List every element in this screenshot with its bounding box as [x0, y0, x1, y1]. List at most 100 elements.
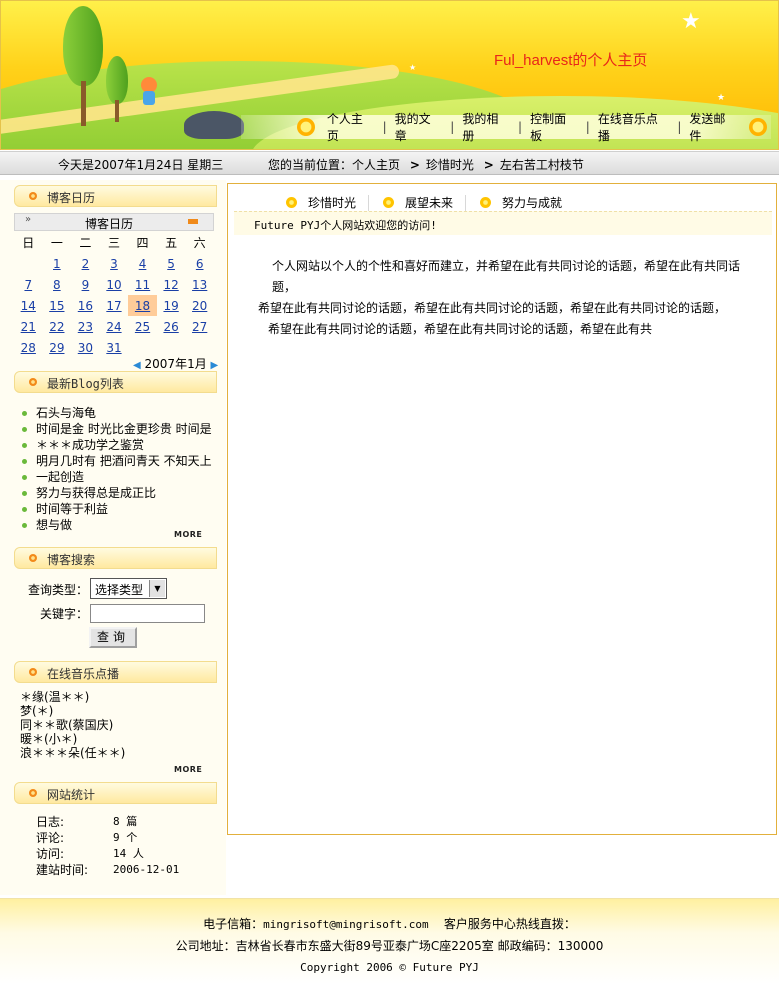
day-link[interactable]: 21 [21, 320, 36, 334]
nav-send-mail[interactable]: 发送邮件 [681, 110, 745, 144]
calendar-day[interactable]: 6 [185, 253, 214, 274]
day-link[interactable]: 17 [106, 299, 121, 313]
calendar-day[interactable]: 21 [14, 316, 43, 337]
day-link[interactable]: 22 [49, 320, 64, 334]
day-link[interactable]: 14 [21, 299, 36, 313]
calendar-day[interactable]: 5 [157, 253, 186, 274]
calendar-day[interactable]: 24 [100, 316, 129, 337]
calendar-day[interactable]: 15 [43, 295, 72, 316]
day-link[interactable]: 27 [192, 320, 207, 334]
day-link[interactable]: 1 [53, 257, 61, 271]
calendar-day[interactable]: 22 [43, 316, 72, 337]
calendar-day[interactable]: 13 [185, 274, 214, 295]
calendar-day[interactable]: 7 [14, 274, 43, 295]
calendar-day[interactable]: 20 [185, 295, 214, 316]
calendar-day[interactable]: 18 [128, 295, 157, 316]
music-more-link[interactable]: MORE [174, 765, 202, 774]
day-link[interactable]: 29 [49, 341, 64, 355]
list-item[interactable]: 梦(＊) [20, 704, 125, 718]
list-item[interactable]: ＊＊＊成功学之鉴赏 [22, 437, 222, 453]
calendar-day[interactable]: 11 [128, 274, 157, 295]
search-button[interactable]: 查询 [89, 627, 137, 648]
day-link[interactable]: 16 [78, 299, 93, 313]
nav-control-panel[interactable]: 控制面板 [522, 110, 586, 144]
calendar-day[interactable]: 12 [157, 274, 186, 295]
calendar-day[interactable]: 19 [157, 295, 186, 316]
list-item[interactable]: 明月几时有 把酒问青天 不知天上 [22, 453, 222, 469]
blog-more-link[interactable]: MORE [174, 530, 202, 539]
day-link[interactable]: 6 [196, 257, 204, 271]
day-link[interactable]: 9 [82, 278, 90, 292]
calendar-day[interactable]: 3 [100, 253, 129, 274]
double-arrow-icon[interactable]: » [25, 214, 31, 225]
calendar-day[interactable]: 25 [128, 316, 157, 337]
breadcrumb-item[interactable]: 左右苦工村枝节 [500, 158, 584, 172]
tree-illustration [59, 6, 109, 131]
day-link[interactable]: 18 [135, 299, 150, 313]
nav-articles[interactable]: 我的文章 [387, 110, 451, 144]
breadcrumb-label[interactable]: 您的当前位置：个人主页 [268, 158, 400, 172]
stats-row: 日志: 8 篇 [36, 814, 216, 830]
calendar-day[interactable]: 17 [100, 295, 129, 316]
tab-achievement[interactable]: 努力与成就 [480, 194, 574, 211]
day-link[interactable]: 4 [139, 257, 147, 271]
day-link[interactable]: 2 [82, 257, 90, 271]
nav-home[interactable]: 个人主页 [319, 110, 383, 144]
calendar-day[interactable]: 27 [185, 316, 214, 337]
day-link[interactable]: 3 [110, 257, 118, 271]
day-link[interactable]: 26 [163, 320, 178, 334]
tab-cherish-time[interactable]: 珍惜时光 [286, 194, 368, 211]
day-link[interactable]: 23 [78, 320, 93, 334]
list-item[interactable]: 一起创造 [22, 469, 222, 485]
day-link[interactable]: 10 [106, 278, 121, 292]
tab-future[interactable]: 展望未来 [383, 194, 465, 211]
email-link[interactable]: mingrisoft@mingrisoft.com [263, 918, 429, 931]
calendar-day[interactable]: 4 [128, 253, 157, 274]
tab-label: 珍惜时光 [308, 196, 357, 210]
calendar-day[interactable]: 29 [43, 337, 72, 358]
day-link[interactable]: 5 [167, 257, 175, 271]
prev-month-icon[interactable]: ◀ [133, 360, 141, 371]
nav-album[interactable]: 我的相册 [454, 110, 518, 144]
chevron-down-icon[interactable]: ▼ [149, 580, 165, 597]
calendar-day[interactable]: 23 [71, 316, 100, 337]
list-item[interactable]: 努力与获得总是成正比 [22, 485, 222, 501]
day-link[interactable]: 31 [106, 341, 121, 355]
calendar-day[interactable]: 31 [100, 337, 129, 358]
list-item[interactable]: 浪＊＊＊朵(任＊＊) [20, 746, 125, 760]
calendar-day[interactable]: 30 [71, 337, 100, 358]
calendar-day[interactable]: 14 [14, 295, 43, 316]
list-item[interactable]: 同＊＊歌(蔡国庆) [20, 718, 125, 732]
list-item[interactable]: 石头与海龟 [22, 405, 222, 421]
day-link[interactable]: 12 [163, 278, 178, 292]
day-link[interactable]: 15 [49, 299, 64, 313]
day-link[interactable]: 25 [135, 320, 150, 334]
list-item[interactable]: 时间等于利益 [22, 501, 222, 517]
calendar-day[interactable]: 9 [71, 274, 100, 295]
day-link[interactable]: 30 [78, 341, 93, 355]
calendar-day[interactable]: 1 [43, 253, 72, 274]
calendar-day[interactable]: 10 [100, 274, 129, 295]
minimize-icon[interactable] [188, 219, 198, 224]
day-link[interactable]: 19 [163, 299, 178, 313]
next-month-icon[interactable]: ▶ [211, 360, 219, 371]
nav-music[interactable]: 在线音乐点播 [590, 110, 678, 144]
day-link[interactable]: 20 [192, 299, 207, 313]
day-link[interactable]: 13 [192, 278, 207, 292]
list-item[interactable]: ＊缘(温＊＊) [20, 690, 125, 704]
calendar-day[interactable]: 16 [71, 295, 100, 316]
list-item[interactable]: 时间是金 时光比金更珍贵 时间是 [22, 421, 222, 437]
calendar-day[interactable]: 2 [71, 253, 100, 274]
calendar-day[interactable]: 8 [43, 274, 72, 295]
keyword-input[interactable] [90, 604, 205, 623]
day-link[interactable]: 11 [135, 278, 150, 292]
day-link[interactable]: 28 [21, 341, 36, 355]
day-link[interactable]: 8 [53, 278, 61, 292]
calendar-day[interactable]: 28 [14, 337, 43, 358]
day-link[interactable]: 7 [24, 278, 32, 292]
list-item[interactable]: 暖＊(小＊) [20, 732, 125, 746]
breadcrumb-item[interactable]: 珍惜时光 [426, 158, 474, 172]
calendar-day[interactable]: 26 [157, 316, 186, 337]
day-link[interactable]: 24 [106, 320, 121, 334]
search-type-select[interactable]: 选择类型 ▼ [90, 578, 167, 599]
